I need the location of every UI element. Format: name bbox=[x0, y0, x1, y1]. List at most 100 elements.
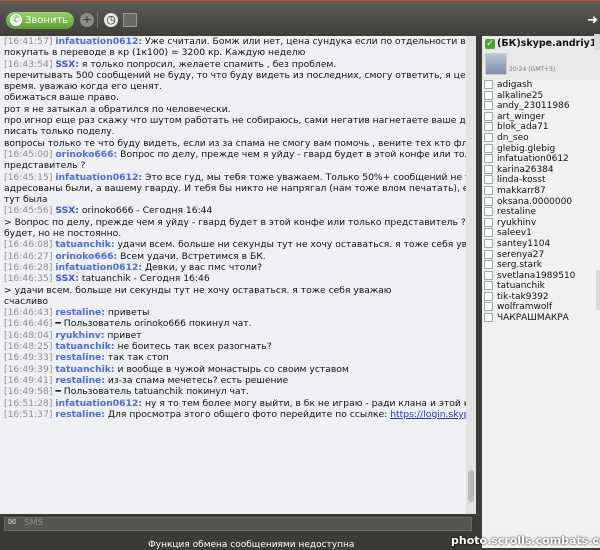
participant-name: restaline bbox=[497, 207, 537, 218]
chat-message: обижаться ваше право. bbox=[4, 92, 470, 103]
participant-item[interactable]: wolframwolf bbox=[482, 302, 600, 313]
participant-item[interactable]: alkaline25 bbox=[482, 90, 600, 102]
message-timestamp: [16:43:54] bbox=[4, 58, 53, 70]
contact-icon bbox=[484, 143, 493, 153]
message-author[interactable]: restaline: bbox=[55, 307, 105, 318]
message-text: Для просмотра этого общего фото перейдит… bbox=[104, 408, 391, 420]
message-text: ну я то тем более могу выйти, в бк не иг… bbox=[144, 397, 470, 409]
message-author[interactable]: infatuation0612: bbox=[55, 262, 142, 273]
participant-item[interactable]: dn_seo bbox=[482, 132, 600, 144]
avatar[interactable] bbox=[485, 53, 507, 75]
clock-icon[interactable]: ◷ bbox=[104, 13, 118, 27]
message-text: покупать в переводе в кр (1к100) = 3200 … bbox=[4, 47, 306, 59]
message-author[interactable]: orinoko666: bbox=[55, 149, 117, 160]
message-author[interactable]: infatuation0612: bbox=[55, 172, 142, 183]
participant-item[interactable]: tik-tak9392 bbox=[482, 291, 600, 303]
participant-item[interactable]: ryukhinv bbox=[482, 217, 600, 229]
participant-item[interactable]: oksana.0000000 bbox=[482, 196, 600, 208]
participant-item[interactable]: andy_23011986 bbox=[482, 101, 600, 112]
message-author[interactable]: SSX: bbox=[55, 273, 79, 284]
participant-item[interactable]: linda-kosst bbox=[482, 175, 600, 186]
message-text: рот я не затыкал а обратился по человече… bbox=[4, 103, 231, 115]
message-author[interactable]: infatuation0612: bbox=[55, 36, 142, 47]
chat-message: тут была bbox=[4, 194, 470, 205]
chat-message: [16:46:08] tatuanchik: удачи всем. больш… bbox=[4, 239, 470, 250]
chat-message: > Вопрос по делу, прежде чем я уйду - гв… bbox=[4, 217, 470, 228]
chat-message: время. уважаю когда его ценят. bbox=[4, 81, 470, 92]
message-author[interactable]: SSX: bbox=[55, 205, 79, 216]
chat-message: [16:45:00] orinoko666: Вопрос по делу, п… bbox=[4, 149, 470, 160]
message-text: счасливо bbox=[4, 295, 49, 307]
chat-scroll-thumb[interactable] bbox=[468, 470, 474, 502]
sms-icon: ✉ bbox=[8, 517, 17, 528]
message-input[interactable] bbox=[4, 517, 472, 531]
panel-scroll-thumb[interactable] bbox=[596, 270, 600, 310]
participant-item[interactable]: karina26384 bbox=[482, 164, 600, 176]
message-text: писать только поделу. bbox=[4, 126, 115, 138]
message-author[interactable]: tatuanchik: bbox=[55, 364, 114, 375]
message-text: будет, но не постоянно. bbox=[4, 228, 122, 240]
chat-message: [16:49:41] restaline: из-за спама мечете… bbox=[4, 375, 470, 386]
participant-name: oksana.0000000 bbox=[497, 196, 573, 207]
message-author[interactable]: ryukhinv: bbox=[55, 330, 104, 341]
message-timestamp: [16:46:28] bbox=[4, 261, 53, 273]
participant-item[interactable]: glebig.glebig bbox=[482, 143, 600, 155]
participant-item[interactable]: restaline bbox=[482, 207, 600, 218]
participant-name: blok_ada71 bbox=[497, 122, 549, 133]
message-author[interactable]: infatuation0612: bbox=[55, 398, 142, 409]
contact-icon bbox=[484, 111, 493, 121]
message-author[interactable]: restaline: bbox=[55, 409, 105, 420]
message-text: Вопрос по делу, прежде чем я уйду - гвар… bbox=[117, 148, 470, 160]
message-author[interactable]: SSX: bbox=[55, 59, 79, 70]
message-author[interactable]: tatuanchik: bbox=[55, 341, 114, 352]
participant-item[interactable]: serg.stark bbox=[482, 260, 600, 271]
participant-item[interactable]: serenya27 bbox=[482, 249, 600, 261]
participant-item[interactable]: tatuanchik bbox=[482, 281, 600, 292]
message-timestamp: [16:49:41] bbox=[4, 374, 53, 386]
contact-icon bbox=[484, 249, 493, 259]
panel-scrollbar[interactable] bbox=[594, 34, 600, 50]
participants-list: adigash alkaline25 andy_23011986 art_winger… bbox=[482, 80, 600, 324]
message-text: Это все гуд, мы тебя тоже уважаем. Тольк… bbox=[142, 171, 470, 183]
message-timestamp: [16:49:33] bbox=[4, 352, 53, 364]
watermark: photo.scrolls.combats.com bbox=[451, 534, 600, 547]
chat-message: [16:49:33] restaline: так так стоп bbox=[4, 352, 470, 363]
message-text: не боитесь так всех разогнать? bbox=[114, 341, 272, 353]
message-author[interactable]: restaline: bbox=[55, 352, 105, 363]
message-timestamp: [16:45:56] bbox=[4, 205, 53, 217]
contact-icon bbox=[484, 228, 493, 238]
participant-item[interactable]: infatuation0612 bbox=[482, 154, 600, 165]
message-text: тут была bbox=[4, 194, 48, 206]
grid-icon[interactable] bbox=[123, 13, 137, 27]
call-button[interactable]: ✆ Звонить bbox=[6, 12, 74, 29]
chat-scrollbar[interactable] bbox=[466, 36, 476, 514]
message-timestamp: [16:51:28] bbox=[4, 397, 53, 409]
message-author[interactable]: restaline: bbox=[55, 375, 105, 386]
chat-message: [16:49:39] tatuanchik: и вообще в чужой … bbox=[4, 364, 470, 375]
participant-item[interactable]: art_winger bbox=[482, 111, 600, 123]
message-author[interactable]: tatuanchik: bbox=[55, 239, 114, 250]
participant-item[interactable]: svetlana1989510 bbox=[482, 270, 600, 282]
arrow-right-icon[interactable]: ➜ bbox=[587, 13, 598, 28]
participant-item[interactable]: santey1104 bbox=[482, 238, 600, 250]
contact-icon bbox=[484, 270, 493, 280]
participant-item[interactable]: ЧАКРАШМАКРА bbox=[482, 313, 600, 324]
message-author[interactable]: orinoko666: bbox=[55, 251, 117, 262]
message-text: обижаться ваше право. bbox=[4, 92, 119, 104]
message-text: Уже считали. Бомж или нет, цена сундука … bbox=[142, 36, 470, 47]
participant-item[interactable]: saleev1 bbox=[482, 228, 600, 239]
participant-item[interactable]: adigash bbox=[482, 80, 600, 91]
local-time: 20:24 (GMT+3) bbox=[509, 66, 556, 73]
participant-name: makkarr87 bbox=[497, 185, 546, 196]
participant-item[interactable]: makkarr87 bbox=[482, 185, 600, 197]
participant-item[interactable]: blok_ada71 bbox=[482, 122, 600, 133]
participant-name: karina26384 bbox=[497, 164, 554, 175]
participant-name: linda-kosst bbox=[497, 175, 546, 186]
message-link[interactable]: https://login.skype.com/login/ bbox=[390, 409, 470, 420]
contact-icon bbox=[484, 260, 493, 270]
participant-name: tatuanchik bbox=[497, 281, 545, 292]
contact-icon bbox=[484, 80, 493, 89]
message-text: Всем удачи. Встретимся в БК. bbox=[117, 250, 266, 262]
plus-icon[interactable]: + bbox=[80, 13, 94, 27]
message-timestamp: [16:51:37] bbox=[4, 408, 53, 420]
